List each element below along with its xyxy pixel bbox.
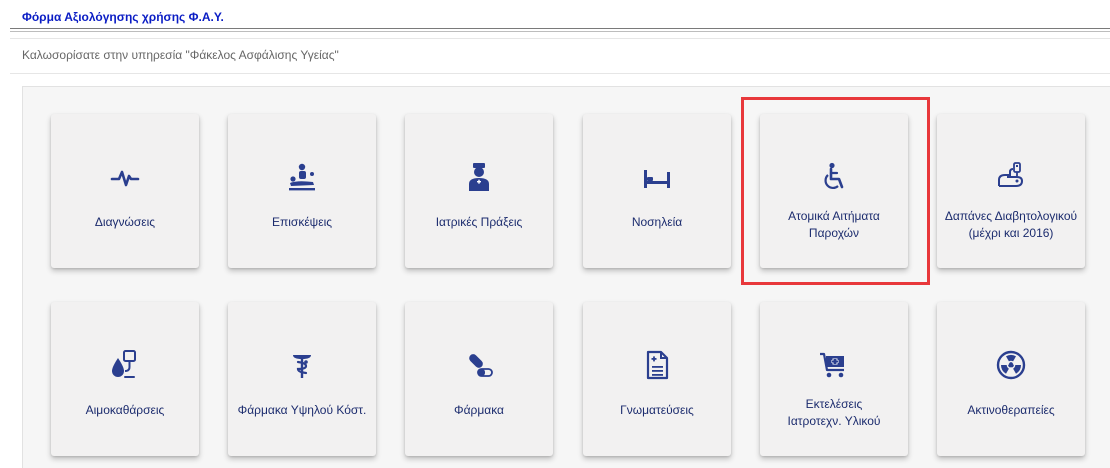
patient-bed-icon — [228, 162, 376, 194]
tile-label: Γνωματεύσεις — [620, 403, 694, 417]
tile-label-line2: (μέχρι και 2016) — [968, 226, 1054, 240]
welcome-message: Καλωσορίσατε στην υπηρεσία "Φάκελος Ασφά… — [22, 48, 339, 62]
tile-individual-benefit-requests[interactable]: Ατομικά Αιτήματα Παροχών — [760, 114, 908, 268]
tile-label: Ακτινοθεραπείες — [967, 403, 1055, 417]
tile-drugs[interactable]: Φάρμακα — [405, 302, 553, 456]
tile-hospitalization[interactable]: Νοσηλεία — [583, 114, 731, 268]
tile-medical-procedures[interactable]: Ιατρικές Πράξεις — [405, 114, 553, 268]
medical-document-icon — [583, 350, 731, 382]
tile-label: Φάρμακα Υψηλού Κόστ. — [237, 403, 367, 417]
tile-dialysis[interactable]: Αιμοκαθάρσεις — [51, 302, 199, 456]
tile-label-line1: Ατομικά Αιτήματα — [788, 209, 880, 223]
tile-diabetes-expenses[interactable]: Δαπάνες Διαβητολογικού (μέχρι και 2016) — [937, 114, 1085, 268]
hospital-bed-icon — [583, 162, 731, 194]
tile-label: Αιμοκαθάρσεις — [85, 403, 165, 417]
wheelchair-icon — [760, 162, 908, 194]
dialysis-icon — [51, 350, 199, 382]
diabetes-icon — [937, 162, 1085, 194]
tile-label-line2: Ιατροτεχν. Υλικού — [787, 414, 881, 428]
tile-visits[interactable]: Επισκέψεις — [228, 114, 376, 268]
tile-medical-supplies-executions[interactable]: Εκτελέσεις Ιατροτεχν. Υλικού — [760, 302, 908, 456]
radiation-icon — [937, 350, 1085, 382]
medical-cart-icon — [760, 350, 908, 382]
feedback-form-link[interactable]: Φόρμα Αξιολόγησης χρήσης Φ.Α.Υ. — [22, 10, 224, 24]
heartbeat-icon — [51, 162, 199, 194]
caduceus-icon — [228, 350, 376, 382]
tile-radiotherapy[interactable]: Ακτινοθεραπείες — [937, 302, 1085, 456]
tile-label: Ιατρικές Πράξεις — [435, 215, 523, 229]
tile-high-cost-drugs[interactable]: Φάρμακα Υψηλού Κόστ. — [228, 302, 376, 456]
tile-label: Διαγνώσεις — [94, 215, 156, 229]
tile-label-line1: Εκτελέσεις — [805, 397, 863, 411]
header-divider-secondary — [10, 31, 1110, 32]
pills-icon — [405, 350, 553, 382]
tile-label: Φάρμακα — [454, 403, 504, 417]
tile-label: Νοσηλεία — [631, 215, 683, 229]
welcome-bar: Καλωσορίσατε στην υπηρεσία "Φάκελος Ασφά… — [10, 38, 1110, 74]
tile-medical-opinions[interactable]: Γνωματεύσεις — [583, 302, 731, 456]
tile-label: Εκτελέσεις Ιατροτεχν. Υλικού — [762, 396, 906, 430]
tile-label: Ατομικά Αιτήματα Παροχών — [762, 208, 906, 242]
header-divider — [10, 28, 1110, 29]
tile-label: Δαπάνες Διαβητολογικού (μέχρι και 2016) — [939, 208, 1083, 242]
tile-label: Επισκέψεις — [271, 215, 333, 229]
tile-label-line2: Παροχών — [808, 226, 860, 240]
tile-diagnoses[interactable]: Διαγνώσεις — [51, 114, 199, 268]
doctor-icon — [405, 162, 553, 194]
tile-label-line1: Δαπάνες Διαβητολογικού — [944, 209, 1078, 223]
